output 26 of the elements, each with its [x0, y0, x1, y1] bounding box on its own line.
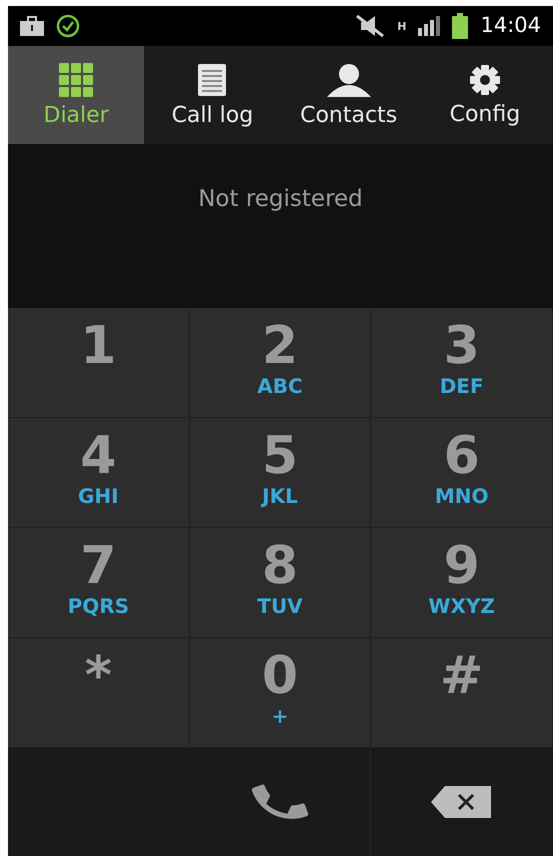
tab[interactable]: Dialer	[8, 46, 144, 144]
dial-key[interactable]: 1	[8, 308, 190, 418]
dial-key[interactable]: 0 +	[190, 638, 372, 748]
person-icon	[324, 63, 373, 97]
dial-key[interactable]: 3 DEF	[371, 308, 553, 418]
keypad-icon	[59, 63, 94, 97]
dial-key[interactable]: 6 MNO	[371, 418, 553, 528]
briefcase-icon	[20, 16, 44, 36]
gear-icon	[468, 64, 501, 96]
list-icon	[197, 63, 228, 97]
dial-key[interactable]: 9 WXYZ	[371, 528, 553, 638]
backspace-icon	[431, 784, 494, 820]
clock: 14:04	[480, 12, 541, 40]
network-type: H	[397, 20, 406, 32]
dial-key[interactable]: 4 GHI	[8, 418, 190, 528]
dial-key[interactable]: *	[8, 638, 190, 748]
signal-icon	[418, 16, 440, 36]
muted-speaker-icon	[355, 14, 386, 38]
battery-icon	[452, 13, 468, 39]
dial-key[interactable]: 2 ABC	[190, 308, 372, 418]
dial-key[interactable]: 5 JKL	[190, 418, 372, 528]
registration-status: Not registered	[198, 185, 363, 214]
dial-key[interactable]: 8 TUV	[190, 528, 372, 638]
dial-key[interactable]: #	[371, 638, 553, 748]
check-circle-icon	[56, 14, 80, 38]
dial-key[interactable]: 7 PQRS	[8, 528, 190, 638]
